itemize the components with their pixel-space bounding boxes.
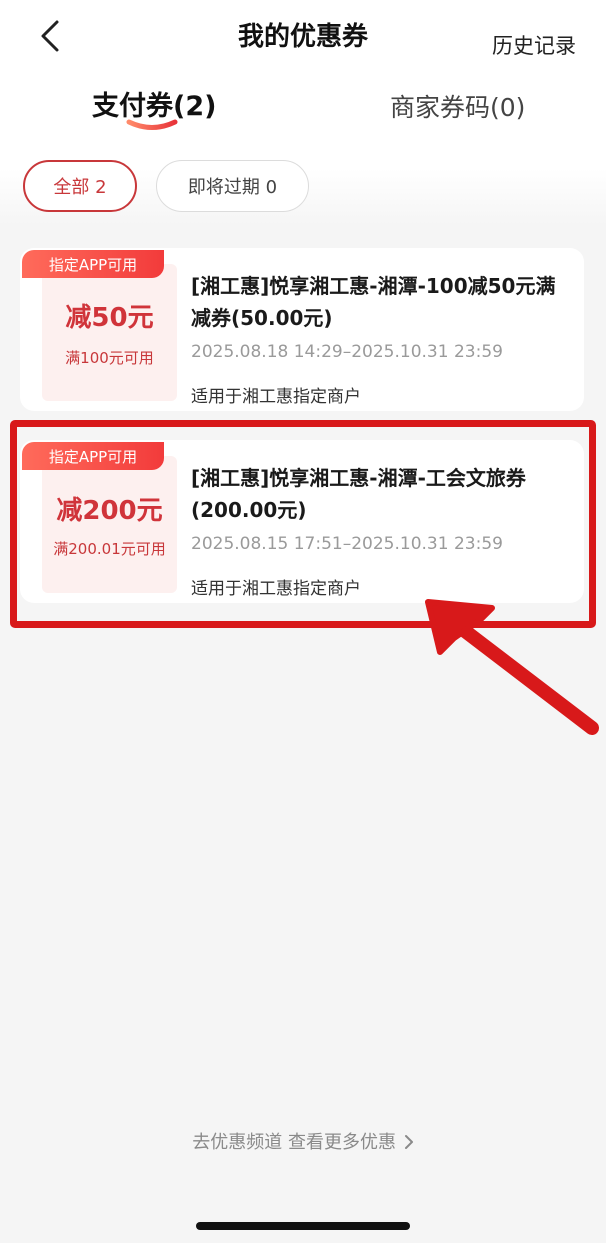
chevron-right-icon	[404, 1135, 413, 1149]
coupon-amount: 减50元	[65, 302, 154, 333]
header: 我的优惠券 历史记录 支付券(2) 商家券码(0) 全部 2 即将过期 0	[0, 0, 606, 225]
annotation-arrow-icon	[425, 599, 599, 735]
active-tab-indicator	[126, 119, 178, 130]
coupon-value-panel: 减50元 满100元可用	[42, 264, 177, 401]
coupon-page: 我的优惠券 历史记录 支付券(2) 商家券码(0) 全部 2 即将过期 0 减5…	[0, 0, 606, 1243]
home-indicator[interactable]	[196, 1222, 410, 1230]
coupon-title: [湘工惠]悦享湘工惠-湘潭-工会文旅券(200.00元)	[191, 466, 526, 522]
more-offers-link[interactable]: 去优惠频道 查看更多优惠	[0, 1128, 606, 1154]
coupon-validity: 2025.08.15 17:51–2025.10.31 23:59	[191, 534, 503, 554]
tab-payment-coupons[interactable]: 支付券(2)	[92, 84, 216, 123]
coupon-scope: 适用于湘工惠指定商户	[191, 579, 361, 599]
coupon-condition: 满100元可用	[65, 348, 154, 367]
history-button[interactable]: 历史记录	[492, 30, 576, 60]
coupon-condition: 满200.01元可用	[53, 539, 166, 558]
tab-merchant-codes[interactable]: 商家券码(0)	[390, 88, 525, 124]
filter-all[interactable]: 全部 2	[23, 160, 137, 212]
filter-expiring[interactable]: 即将过期 0	[156, 160, 309, 212]
coupon-card[interactable]: 减200元 满200.01元可用 指定APP可用 [湘工惠]悦享湘工惠-湘潭-工…	[20, 440, 584, 603]
coupon-value-panel: 减200元 满200.01元可用	[42, 456, 177, 593]
more-offers-label: 去优惠频道 查看更多优惠	[192, 1132, 396, 1153]
coupon-scope: 适用于湘工惠指定商户	[191, 387, 361, 407]
app-only-badge: 指定APP可用	[22, 250, 164, 278]
coupon-validity: 2025.08.18 14:29–2025.10.31 23:59	[191, 342, 503, 362]
coupon-title: [湘工惠]悦享湘工惠-湘潭-100减50元满减券(50.00元)	[191, 274, 556, 330]
coupon-amount: 减200元	[56, 495, 163, 526]
coupon-card[interactable]: 减50元 满100元可用 指定APP可用 [湘工惠]悦享湘工惠-湘潭-100减5…	[20, 248, 584, 411]
app-only-badge: 指定APP可用	[22, 442, 164, 470]
